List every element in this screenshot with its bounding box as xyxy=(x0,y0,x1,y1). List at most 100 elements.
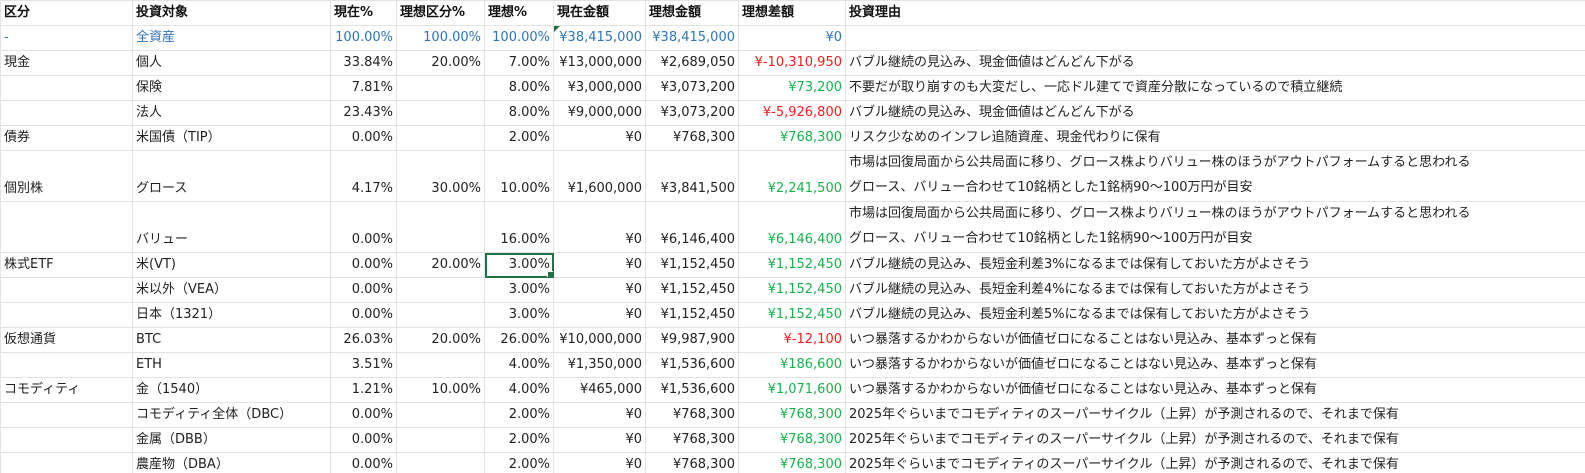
cell-ideal-category-pct[interactable] xyxy=(396,302,485,328)
cell-ideal-category-pct[interactable]: 30.00% xyxy=(396,150,485,202)
cell-ideal-diff[interactable]: ¥0 xyxy=(738,25,846,51)
cell-ideal-pct[interactable]: 4.00% xyxy=(484,352,554,378)
cell-category[interactable] xyxy=(0,201,133,253)
cell-reason[interactable]: バブル継続の見込み、長短金利差3%になるまでは保有しておいた方がよさそう xyxy=(845,252,1585,278)
cell-category[interactable]: 債券 xyxy=(0,125,133,151)
cell-ideal-diff[interactable]: ¥-10,310,950 xyxy=(738,50,846,76)
cell-current-pct[interactable]: 3.51% xyxy=(330,352,397,378)
cell-ideal-diff[interactable]: ¥1,152,450 xyxy=(738,277,846,303)
cell-category[interactable] xyxy=(0,302,133,328)
cell-reason[interactable]: バブル継続の見込み、現金価値はどんどん下がる xyxy=(845,100,1585,126)
cell-ideal-category-pct[interactable]: 20.00% xyxy=(396,50,485,76)
header-current-pct[interactable]: 現在% xyxy=(330,0,397,26)
cell-current-pct[interactable]: 0.00% xyxy=(330,125,397,151)
cell-current-pct[interactable]: 100.00% xyxy=(330,25,397,51)
cell-ideal-category-pct[interactable] xyxy=(396,452,485,473)
cell-ideal-pct[interactable]: 4.00% xyxy=(484,377,554,403)
cell-ideal-pct[interactable]: 8.00% xyxy=(484,100,554,126)
cell-current-pct[interactable]: 1.21% xyxy=(330,377,397,403)
cell-category[interactable] xyxy=(0,100,133,126)
cell-ideal-category-pct[interactable] xyxy=(396,100,485,126)
cell-ideal-amount[interactable]: ¥1,536,600 xyxy=(645,352,739,378)
cell-ideal-category-pct[interactable] xyxy=(396,427,485,453)
cell-ideal-amount[interactable]: ¥6,146,400 xyxy=(645,201,739,253)
cell-ideal-diff[interactable]: ¥2,241,500 xyxy=(738,150,846,202)
cell-current-amount[interactable]: ¥0 xyxy=(553,302,646,328)
cell-category[interactable] xyxy=(0,402,133,428)
cell-ideal-diff[interactable]: ¥6,146,400 xyxy=(738,201,846,253)
cell-current-pct[interactable]: 0.00% xyxy=(330,427,397,453)
cell-ideal-pct[interactable]: 2.00% xyxy=(484,125,554,151)
cell-ideal-pct[interactable]: 100.00% xyxy=(484,25,554,51)
cell-ideal-pct[interactable]: 2.00% xyxy=(484,427,554,453)
cell-reason[interactable]: バブル継続の見込み、長短金利差5%になるまでは保有しておいた方がよさそう xyxy=(845,302,1585,328)
cell-ideal-diff[interactable]: ¥186,600 xyxy=(738,352,846,378)
cell-ideal-diff[interactable]: ¥768,300 xyxy=(738,427,846,453)
cell-target[interactable]: 米(VT) xyxy=(132,252,331,278)
cell-category[interactable]: コモディティ xyxy=(0,377,133,403)
cell-ideal-category-pct[interactable] xyxy=(396,352,485,378)
cell-reason[interactable]: バブル継続の見込み、現金価値はどんどん下がる xyxy=(845,50,1585,76)
cell-ideal-category-pct[interactable]: 20.00% xyxy=(396,327,485,353)
cell-current-pct[interactable]: 0.00% xyxy=(330,402,397,428)
cell-target[interactable]: 保険 xyxy=(132,75,331,101)
header-category[interactable]: 区分 xyxy=(0,0,133,26)
cell-category[interactable] xyxy=(0,427,133,453)
cell-reason[interactable]: 市場は回復局面から公共局面に移り、グロース株よりバリュー株のほうがアウトパフォー… xyxy=(845,201,1585,253)
cell-ideal-diff[interactable]: ¥768,300 xyxy=(738,402,846,428)
cell-ideal-amount[interactable]: ¥768,300 xyxy=(645,452,739,473)
cell-target[interactable]: 法人 xyxy=(132,100,331,126)
cell-ideal-diff[interactable]: ¥1,152,450 xyxy=(738,302,846,328)
cell-ideal-amount[interactable]: ¥768,300 xyxy=(645,427,739,453)
cell-ideal-amount[interactable]: ¥1,536,600 xyxy=(645,377,739,403)
cell-ideal-amount[interactable]: ¥3,073,200 xyxy=(645,100,739,126)
cell-current-amount[interactable]: ¥0 xyxy=(553,427,646,453)
cell-current-amount[interactable]: ¥13,000,000 xyxy=(553,50,646,76)
cell-ideal-category-pct[interactable] xyxy=(396,75,485,101)
cell-reason[interactable]: 市場は回復局面から公共局面に移り、グロース株よりバリュー株のほうがアウトパフォー… xyxy=(845,150,1585,202)
cell-ideal-category-pct[interactable] xyxy=(396,402,485,428)
cell-category[interactable]: 株式ETF xyxy=(0,252,133,278)
cell-ideal-category-pct[interactable] xyxy=(396,277,485,303)
cell-ideal-amount[interactable]: ¥768,300 xyxy=(645,125,739,151)
cell-ideal-category-pct[interactable] xyxy=(396,125,485,151)
cell-ideal-pct[interactable]: 10.00% xyxy=(484,150,554,202)
cell-current-amount[interactable]: ¥10,000,000 xyxy=(553,327,646,353)
cell-target[interactable]: 日本（1321） xyxy=(132,302,331,328)
cell-ideal-amount[interactable]: ¥2,689,050 xyxy=(645,50,739,76)
cell-category[interactable] xyxy=(0,75,133,101)
cell-ideal-category-pct[interactable]: 10.00% xyxy=(396,377,485,403)
cell-reason[interactable]: 不要だが取り崩すのも大変だし、一応ドル建てで資産分散になっているので積立継続 xyxy=(845,75,1585,101)
header-reason[interactable]: 投資理由 xyxy=(845,0,1585,26)
cell-category[interactable]: 仮想通貨 xyxy=(0,327,133,353)
cell-reason[interactable]: 2025年ぐらいまでコモディティのスーパーサイクル（上昇）が予測されるので、それ… xyxy=(845,427,1585,453)
cell-current-amount[interactable]: ¥465,000 xyxy=(553,377,646,403)
cell-ideal-pct[interactable]: 2.00% xyxy=(484,452,554,473)
cell-reason[interactable]: 2025年ぐらいまでコモディティのスーパーサイクル（上昇）が予測されるので、それ… xyxy=(845,402,1585,428)
header-ideal-category-pct[interactable]: 理想区分% xyxy=(396,0,485,26)
cell-ideal-pct[interactable]: 2.00% xyxy=(484,402,554,428)
cell-ideal-pct[interactable]: 26.00% xyxy=(484,327,554,353)
cell-target[interactable]: 個人 xyxy=(132,50,331,76)
cell-ideal-amount[interactable]: ¥3,073,200 xyxy=(645,75,739,101)
cell-current-amount[interactable]: ¥0 xyxy=(553,277,646,303)
cell-target[interactable]: BTC xyxy=(132,327,331,353)
cell-ideal-pct[interactable]: 3.00% xyxy=(484,302,554,328)
cell-ideal-pct[interactable]: 16.00% xyxy=(484,201,554,253)
cell-ideal-amount[interactable]: ¥1,152,450 xyxy=(645,302,739,328)
cell-category[interactable]: 現金 xyxy=(0,50,133,76)
cell-current-amount[interactable]: ¥0 xyxy=(553,125,646,151)
cell-ideal-pct-selected[interactable]: 3.00% xyxy=(484,252,554,278)
cell-category[interactable] xyxy=(0,352,133,378)
cell-reason[interactable]: リスク少なめのインフレ追随資産、現金代わりに保有 xyxy=(845,125,1585,151)
cell-ideal-amount[interactable]: ¥768,300 xyxy=(645,402,739,428)
cell-ideal-category-pct[interactable]: 20.00% xyxy=(396,252,485,278)
cell-ideal-category-pct[interactable]: 100.00% xyxy=(396,25,485,51)
cell-target[interactable]: グロース xyxy=(132,150,331,202)
cell-ideal-amount[interactable]: ¥1,152,450 xyxy=(645,252,739,278)
cell-target[interactable]: バリュー xyxy=(132,201,331,253)
cell-current-amount[interactable]: ¥9,000,000 xyxy=(553,100,646,126)
cell-reason[interactable]: いつ暴落するかわからないが価値ゼロになることはない見込み、基本ずっと保有 xyxy=(845,352,1585,378)
cell-target[interactable]: 米以外（VEA） xyxy=(132,277,331,303)
cell-current-amount[interactable]: ¥1,350,000 xyxy=(553,352,646,378)
